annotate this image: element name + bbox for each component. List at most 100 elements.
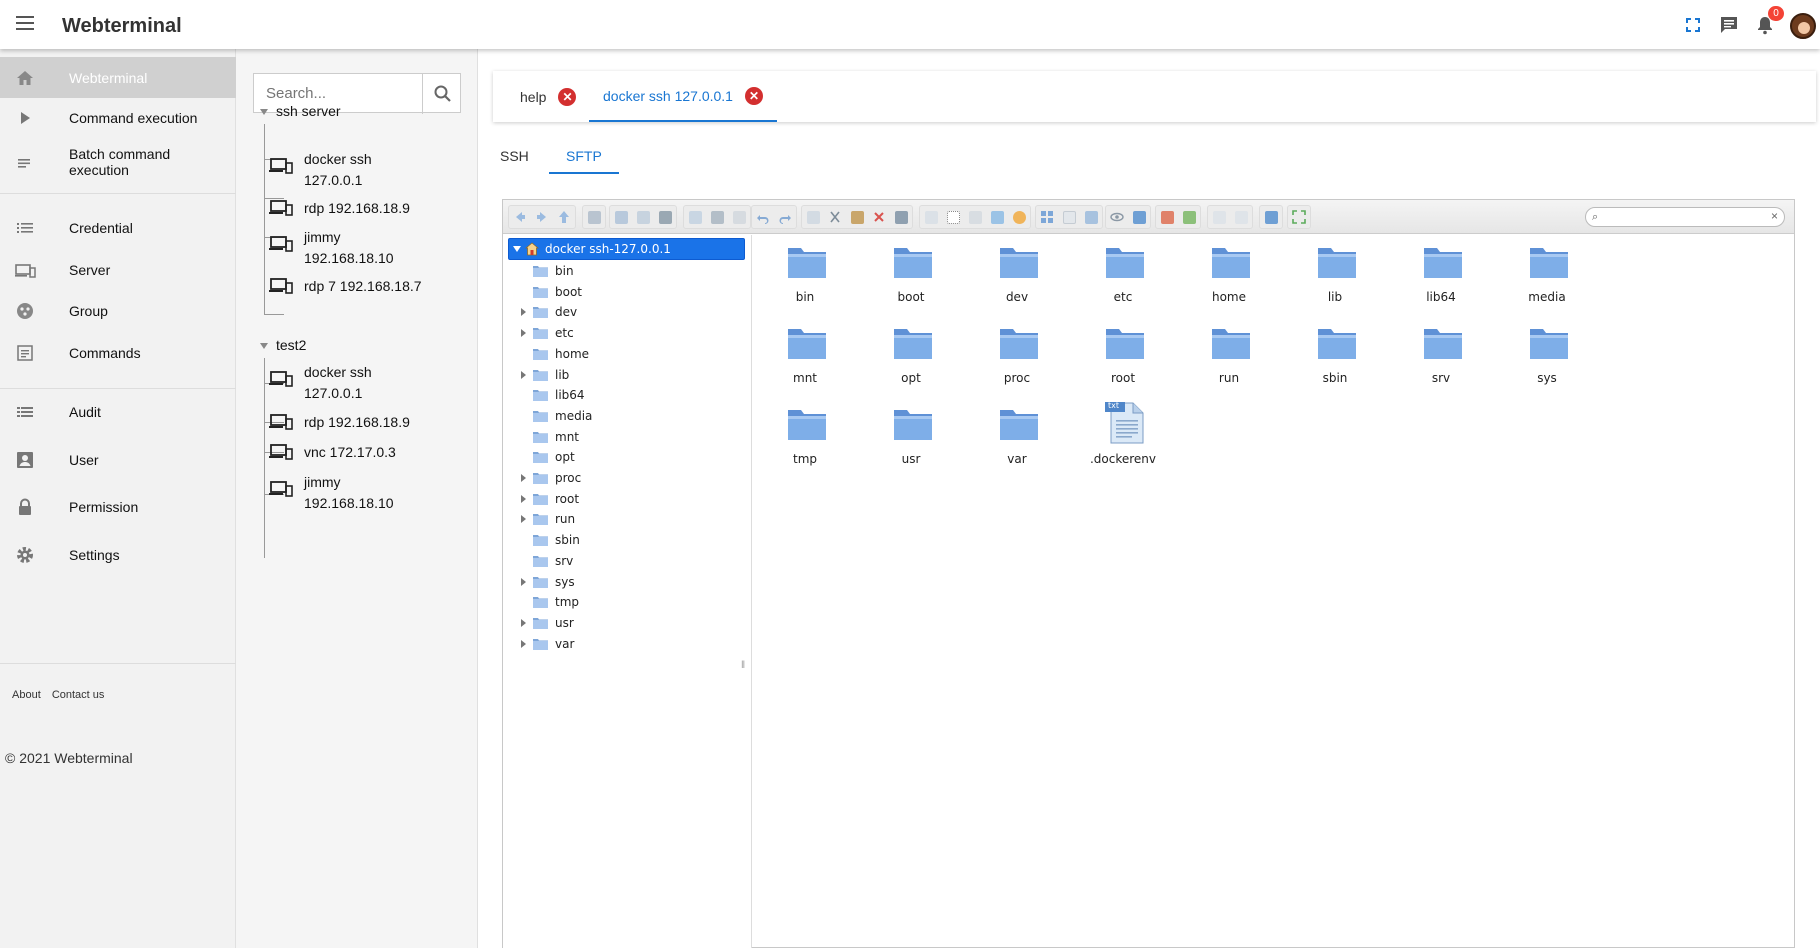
tree-folder-proc[interactable]: proc: [521, 468, 743, 488]
nav-item-audit[interactable]: Audit: [0, 392, 236, 432]
clear-icon[interactable]: ×: [1771, 209, 1778, 223]
nav-item-permission[interactable]: Permission: [0, 487, 236, 527]
folder-item-lib[interactable]: lib: [1285, 245, 1385, 325]
expand-arrow-icon[interactable]: [521, 474, 526, 482]
help-icon[interactable]: [1260, 206, 1282, 228]
expand-arrow-icon[interactable]: [521, 308, 526, 317]
sort-icon[interactable]: [1080, 206, 1102, 228]
cut-icon[interactable]: [824, 206, 846, 228]
redo-icon[interactable]: [774, 206, 796, 228]
file-search-input[interactable]: [1604, 209, 1764, 225]
open-icon[interactable]: [684, 206, 706, 228]
folder-item-usr[interactable]: usr: [861, 407, 961, 487]
avatar[interactable]: [1790, 13, 1816, 39]
tab-sftp[interactable]: SFTP: [549, 148, 619, 174]
expand-arrow-icon[interactable]: [521, 329, 526, 338]
folder-item-srv[interactable]: srv: [1391, 326, 1491, 406]
nav-item-server[interactable]: Server: [0, 250, 236, 290]
folder-item-var[interactable]: var: [967, 407, 1067, 487]
search-files-icon[interactable]: [1208, 206, 1230, 228]
info-icon[interactable]: [1128, 206, 1150, 228]
tree-folder-tmp[interactable]: tmp: [523, 592, 743, 612]
copy-icon[interactable]: [802, 206, 824, 228]
tree-folder-usr[interactable]: usr: [521, 613, 743, 633]
expand-arrow-icon[interactable]: [521, 515, 526, 524]
tab-docker-ssh[interactable]: docker ssh 127.0.0.1 ✕: [589, 71, 777, 122]
folder-item-lib64[interactable]: lib64: [1391, 245, 1491, 325]
tab-help[interactable]: help ✕: [520, 71, 577, 122]
preview-icon[interactable]: [1106, 206, 1128, 228]
server-item[interactable]: rdp 192.168.18.9: [269, 412, 410, 433]
server-item[interactable]: docker ssh 127.0.0.1: [269, 362, 384, 404]
close-icon[interactable]: ✕: [744, 86, 763, 105]
folder-item-root[interactable]: root: [1073, 326, 1173, 406]
duplicate-icon[interactable]: [920, 206, 942, 228]
tree-folder-srv[interactable]: srv: [523, 551, 743, 571]
undo-icon[interactable]: [752, 206, 774, 228]
close-icon[interactable]: ✕: [558, 87, 577, 106]
tree-folder-run[interactable]: run: [521, 509, 743, 529]
fullscreen-icon[interactable]: [1288, 206, 1310, 228]
tree-folder-opt[interactable]: opt: [523, 447, 743, 467]
server-item[interactable]: vnc 172.17.0.3: [269, 442, 396, 463]
server-item[interactable]: rdp 7 192.168.18.7: [269, 276, 422, 297]
tree-folder-mnt[interactable]: mnt: [523, 427, 743, 447]
delete-icon[interactable]: [868, 206, 890, 228]
edit-icon[interactable]: [964, 206, 986, 228]
select-icon[interactable]: [728, 206, 750, 228]
nav-item-user[interactable]: User: [0, 440, 236, 480]
tree-folder-bin[interactable]: bin: [523, 261, 743, 281]
folder-item-tmp[interactable]: tmp: [755, 407, 855, 487]
server-item[interactable]: rdp 192.168.18.9: [269, 198, 410, 219]
folder-item-bin[interactable]: bin: [755, 245, 855, 325]
tree-root-docker-ssh[interactable]: docker ssh-127.0.0.1: [508, 238, 745, 260]
resize-handle[interactable]: ‖: [741, 660, 745, 671]
folder-item-media[interactable]: media: [1497, 245, 1597, 325]
archive-icon[interactable]: [1156, 206, 1178, 228]
tree-folder-var[interactable]: var: [521, 634, 743, 654]
folder-item-etc[interactable]: etc: [1073, 245, 1173, 325]
nav-item-batch-command-execution[interactable]: Batch command execution: [0, 138, 236, 188]
view-mode-icon[interactable]: [1230, 206, 1252, 228]
server-group-ssh-server[interactable]: ssh server: [260, 103, 341, 119]
rename-icon[interactable]: [942, 206, 964, 228]
expand-arrow-icon[interactable]: [521, 618, 526, 627]
tree-folder-lib[interactable]: lib: [521, 365, 743, 385]
nav-item-webterminal[interactable]: Webterminal: [0, 57, 236, 98]
nav-item-command-execution[interactable]: Command execution: [0, 98, 236, 138]
nav-item-commands[interactable]: Commands: [0, 333, 236, 373]
folder-item-proc[interactable]: proc: [967, 326, 1067, 406]
tree-folder-sys[interactable]: sys: [521, 572, 743, 592]
tree-folder-media[interactable]: media: [523, 406, 743, 426]
icons-view-icon[interactable]: [1036, 206, 1058, 228]
save-icon[interactable]: [654, 206, 676, 228]
download-icon[interactable]: [706, 206, 728, 228]
paste-icon[interactable]: [846, 206, 868, 228]
notifications-icon[interactable]: 0: [1754, 6, 1784, 36]
folder-item-boot[interactable]: boot: [861, 245, 961, 325]
folder-item-sbin[interactable]: sbin: [1285, 326, 1385, 406]
extract-archive-icon[interactable]: [1178, 206, 1200, 228]
fullscreen-icon[interactable]: [1682, 14, 1704, 36]
expand-arrow-icon[interactable]: [521, 577, 526, 586]
extract-icon[interactable]: [1008, 206, 1030, 228]
tab-ssh[interactable]: SSH: [498, 148, 531, 174]
server-item[interactable]: jimmy 192.168.18.10: [269, 227, 404, 269]
about-link[interactable]: About: [12, 689, 41, 701]
chat-icon[interactable]: [1718, 14, 1740, 36]
expand-arrow-icon[interactable]: [521, 639, 526, 648]
expand-arrow-icon[interactable]: [521, 370, 526, 379]
forward-icon[interactable]: [531, 206, 553, 228]
menu-icon[interactable]: [14, 16, 36, 34]
contact-link[interactable]: Contact us: [52, 689, 105, 701]
collapse-arrow-icon[interactable]: [513, 246, 521, 252]
up-icon[interactable]: [553, 206, 575, 228]
server-group-test2[interactable]: test2: [260, 337, 306, 353]
folder-item-mnt[interactable]: mnt: [755, 326, 855, 406]
tree-folder-root[interactable]: root: [521, 489, 743, 509]
search-button[interactable]: [422, 74, 462, 114]
folder-item-sys[interactable]: sys: [1497, 326, 1597, 406]
tree-folder-boot[interactable]: boot: [523, 282, 743, 302]
nav-item-group[interactable]: Group: [0, 291, 236, 331]
nav-item-settings[interactable]: Settings: [0, 535, 236, 575]
